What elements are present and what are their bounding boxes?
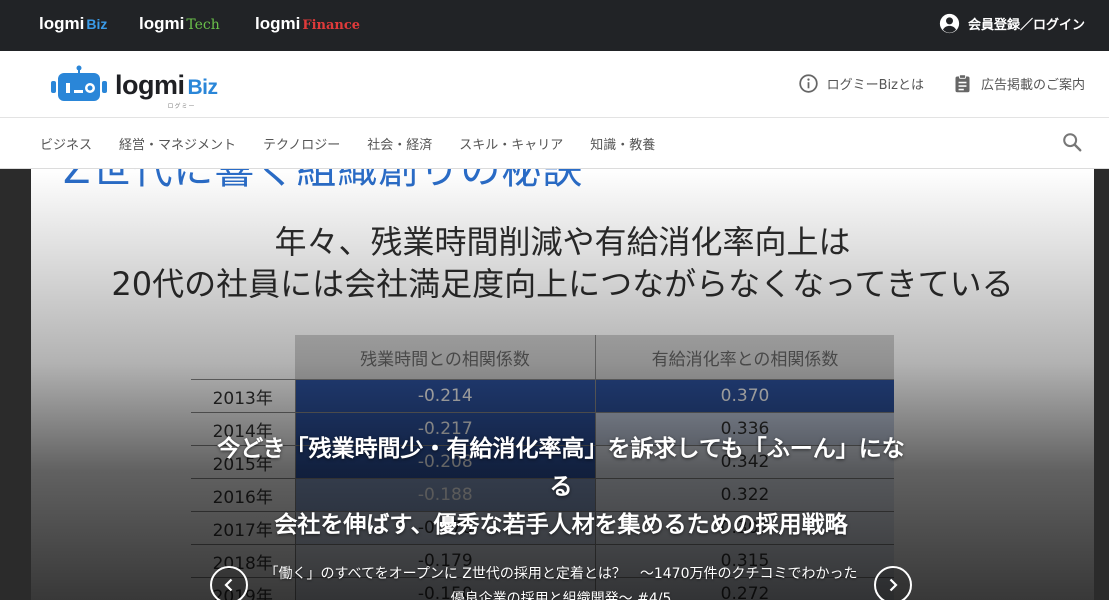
cell-overtime-corr: -0.214 bbox=[295, 379, 596, 413]
nav-item-society-economy[interactable]: 社会・経済 bbox=[367, 134, 432, 153]
nav-item-skill-career[interactable]: スキル・キャリア bbox=[459, 134, 563, 153]
hero-carousel: Z世代に響く組織創りの秘訣 年々、残業時間削減や有給消化率向上は 20代の社員に… bbox=[0, 169, 1109, 600]
info-icon bbox=[798, 74, 818, 93]
about-link[interactable]: ログミーBizとは bbox=[798, 73, 924, 94]
table-row: 2013年 -0.214 0.370 bbox=[191, 379, 894, 413]
search-icon[interactable] bbox=[1061, 131, 1083, 153]
account-circle-icon bbox=[939, 13, 960, 34]
column-header-overtime: 残業時間との相関係数 bbox=[295, 335, 596, 380]
nav-item-knowledge[interactable]: 知識・教養 bbox=[590, 134, 655, 153]
cell-paid-leave-corr: 0.370 bbox=[595, 379, 894, 413]
login-label: 会員登録／ログイン bbox=[967, 18, 1085, 33]
hero-left-gutter bbox=[0, 169, 31, 600]
about-link-label: ログミーBizとは bbox=[826, 78, 924, 93]
logo-main: logmi bbox=[115, 69, 185, 100]
brand-main: logmi bbox=[255, 14, 301, 33]
brand-main: logmi bbox=[39, 14, 85, 33]
hero-title-line3: 会社を伸ばす、優秀な若手人材を集めるための採用戦略 bbox=[274, 512, 848, 538]
clipboard-icon bbox=[955, 74, 970, 93]
brand-logmi-biz[interactable]: logmi Biz bbox=[39, 14, 107, 34]
brand-main: logmi bbox=[139, 14, 185, 33]
chevron-right-icon bbox=[889, 578, 898, 592]
table-corner bbox=[191, 335, 295, 380]
hero-subtitle[interactable]: 「働く」のすべてをオープンに Z世代の採用と定着とは？ 〜1470万件のクチコミ… bbox=[258, 562, 864, 600]
slide-kicker: Z世代に響く組織創りの秘訣 bbox=[63, 169, 584, 193]
nav-item-business[interactable]: ビジネス bbox=[40, 134, 92, 153]
site-header: logmi Biz ログミー ログミーBizとは 広告掲載のご案内 bbox=[0, 51, 1109, 118]
slide-heading-line1: 年々、残業時間削減や有給消化率向上は bbox=[274, 223, 851, 261]
advertise-link-label: 広告掲載のご案内 bbox=[980, 78, 1085, 93]
nav-item-management[interactable]: 経営・マネジメント bbox=[119, 134, 236, 153]
robot-logo-icon bbox=[51, 65, 107, 101]
nav-item-technology[interactable]: テクノロジー bbox=[263, 134, 340, 153]
site-switcher-bar: logmi Biz logmi Tech logmi Finance 会員登録／ログイ… bbox=[0, 0, 1109, 51]
brand-logmi-tech[interactable]: logmi Tech bbox=[139, 14, 220, 34]
hero-title[interactable]: 今どき「残業時間少・有給消化率高」を訴求しても「ふーん」にな る 会社を伸ばす、… bbox=[208, 430, 914, 544]
logmi-biz-logo[interactable]: logmi Biz ログミー bbox=[51, 65, 218, 110]
logo-text: logmi Biz bbox=[115, 70, 218, 100]
column-header-paid-leave: 有給消化率との相関係数 bbox=[595, 335, 894, 380]
carousel-next-button[interactable] bbox=[874, 566, 912, 600]
row-year: 2013年 bbox=[191, 379, 296, 413]
brand-sub: Biz bbox=[86, 16, 108, 32]
advertise-link[interactable]: 広告掲載のご案内 bbox=[952, 73, 1085, 94]
hero-right-gutter bbox=[1094, 169, 1109, 600]
login-link[interactable]: 会員登録／ログイン bbox=[939, 13, 1085, 34]
slide-heading: 年々、残業時間削減や有給消化率向上は 20代の社員には会社満足度向上につながらな… bbox=[31, 221, 1094, 305]
logo-biz: Biz bbox=[187, 75, 219, 99]
logo-kana: ログミー bbox=[167, 102, 196, 110]
brand-sub: Tech bbox=[186, 17, 220, 33]
hero-title-line2: る bbox=[549, 474, 573, 500]
brand-logmi-finance[interactable]: logmi Finance bbox=[255, 14, 360, 34]
slide-heading-line2: 20代の社員には会社満足度向上につながらなくなってきている bbox=[111, 265, 1014, 303]
carousel-prev-button[interactable] bbox=[210, 566, 248, 600]
hero-title-line1: 今どき「残業時間少・有給消化率高」を訴求しても「ふーん」にな bbox=[217, 436, 905, 462]
category-nav: ビジネス 経営・マネジメント テクノロジー 社会・経済 スキル・キャリア 知識・… bbox=[0, 118, 1109, 169]
brand-sub: Finance bbox=[302, 18, 361, 33]
chevron-left-icon bbox=[224, 578, 233, 592]
